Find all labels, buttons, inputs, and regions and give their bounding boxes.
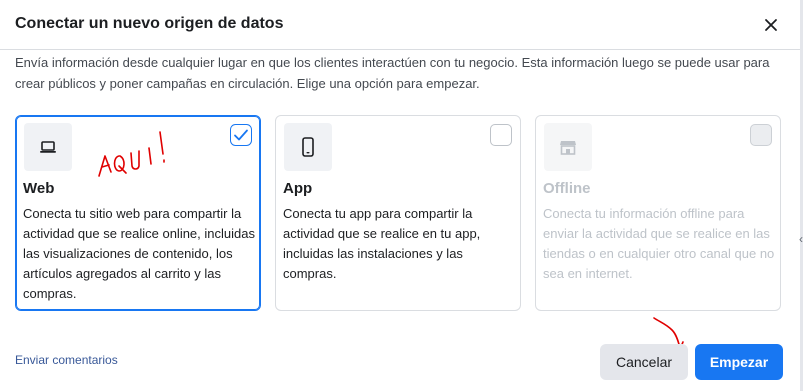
- start-button[interactable]: Empezar: [695, 344, 783, 380]
- close-icon: [765, 19, 777, 31]
- dialog-description: Envía información desde cualquier lugar …: [15, 55, 770, 91]
- option-title: Web: [23, 180, 55, 197]
- option-checkbox[interactable]: [490, 124, 512, 146]
- option-icon-box: [24, 123, 72, 171]
- dialog-header: Conectar un nuevo origen de datos: [0, 0, 800, 50]
- option-card-app[interactable]: App Conecta tu app para compartir la act…: [275, 115, 521, 311]
- option-title: Offline: [543, 180, 591, 197]
- store-icon: [560, 141, 576, 155]
- laptop-icon: [40, 141, 56, 153]
- option-icon-box: [284, 123, 332, 171]
- option-description: Conecta tu sitio web para compartir la a…: [23, 206, 255, 301]
- mobile-phone-icon: [302, 137, 314, 157]
- chevron-left-icon: ‹: [799, 232, 803, 246]
- option-checkbox-checked[interactable]: [230, 124, 252, 146]
- dialog-title: Conectar un nuevo origen de datos: [15, 15, 284, 32]
- option-title: App: [283, 180, 313, 197]
- send-feedback-link[interactable]: Enviar comentarios: [15, 353, 118, 367]
- option-icon-box: [544, 123, 592, 171]
- option-card-offline: Offline Conecta tu información offline p…: [535, 115, 781, 311]
- cancel-button[interactable]: Cancelar: [600, 344, 688, 380]
- close-button[interactable]: [760, 14, 782, 36]
- option-description: Conecta tu app para compartir la activid…: [283, 206, 481, 281]
- checkmark-icon: [230, 124, 252, 146]
- option-card-web[interactable]: Web Conecta tu sitio web para compartir …: [15, 115, 261, 311]
- option-checkbox-disabled: [750, 124, 772, 146]
- option-description: Conecta tu información offline para envi…: [543, 206, 775, 281]
